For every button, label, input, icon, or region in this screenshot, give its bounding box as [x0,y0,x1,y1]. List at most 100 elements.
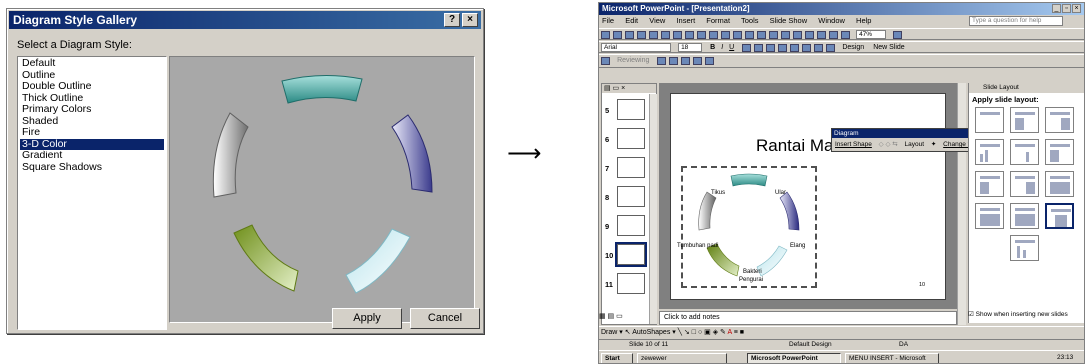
restore-button[interactable]: ▫ [1062,4,1071,13]
print-icon[interactable] [649,31,658,39]
menu-slide-show[interactable]: Slide Show [770,16,808,25]
layout-option[interactable] [1045,139,1074,165]
bullets-icon[interactable] [790,44,800,52]
layout-option[interactable] [975,139,1004,165]
slide-thumbnail[interactable] [617,215,645,236]
style-option-shaded[interactable]: Shaded [20,115,164,128]
underline-button[interactable]: U [726,42,737,54]
design-button[interactable]: Design [839,42,867,54]
redo-icon[interactable] [745,31,754,39]
style-option-square-shadows[interactable]: Square Shadows [20,161,164,174]
cancel-button[interactable]: Cancel [410,308,480,329]
close-window-button[interactable]: × [1072,4,1081,13]
copy-icon[interactable] [697,31,706,39]
style-option-gradient[interactable]: Gradient [20,149,164,162]
show-when-inserting-checkbox[interactable]: ☑ Show when inserting new slides [968,310,1084,318]
menu-insert[interactable]: Insert [676,16,695,25]
delete-comment-icon[interactable] [693,57,703,65]
insert-shape-button[interactable]: Insert Shape [835,141,872,148]
slide-scrollbar[interactable] [957,83,966,325]
node-label-elang[interactable]: Elang [790,243,805,249]
menu-format[interactable]: Format [706,16,730,25]
menu-view[interactable]: View [649,16,665,25]
diagram-frame[interactable]: Tikus Ular Tumbuhan padi Elang Bakteri P… [677,166,817,288]
show-formatting-icon[interactable] [817,31,826,39]
menu-file[interactable]: File [602,16,614,25]
node-label-tumbuhan-padi[interactable]: Tumbuhan padi [677,243,718,249]
fill-color-icon[interactable]: ◈ [713,329,718,336]
color-grayscale-icon[interactable] [841,31,850,39]
taskbar-item[interactable]: zewewer [637,353,727,363]
menu-edit[interactable]: Edit [625,16,638,25]
email-icon[interactable] [637,31,646,39]
layout-option[interactable] [975,203,1004,229]
reviewing-button[interactable]: Reviewing [614,55,652,67]
open-icon[interactable] [613,31,622,39]
font-size-select[interactable]: 18 [678,43,703,52]
layout-option[interactable] [1010,235,1039,261]
align-right-icon[interactable] [766,44,776,52]
menu-window[interactable]: Window [818,16,845,25]
style-option-fire[interactable]: Fire [20,126,164,139]
tables-borders-icon[interactable] [781,31,790,39]
reviewing-icon[interactable] [601,57,610,65]
layout-option-selected[interactable] [1045,203,1074,229]
draw-menu[interactable]: Draw [601,329,617,336]
slide-thumbnail[interactable] [617,157,645,178]
zoom-select[interactable]: 47% [856,30,887,39]
spelling-icon[interactable] [673,31,682,39]
paste-icon[interactable] [709,31,718,39]
hyperlink-icon[interactable] [793,31,802,39]
chart-icon[interactable] [757,31,766,39]
menu-help[interactable]: Help [856,16,871,25]
new-slide-button[interactable]: New Slide [870,42,908,54]
line-color-icon[interactable]: ✎ [720,329,726,336]
task-pane-header[interactable]: Slide Layout [969,83,1084,93]
slide-thumbnail-selected[interactable] [615,242,647,267]
expand-icon[interactable] [805,31,814,39]
autoshapes-menu[interactable]: AutoShapes [632,329,670,336]
layout-option[interactable] [1045,171,1074,197]
grid-icon[interactable] [829,31,838,39]
bold-button[interactable]: B [707,42,718,54]
textbox-icon[interactable]: ▣ [704,329,711,336]
menu-tools[interactable]: Tools [741,16,759,25]
slide-thumbnail[interactable] [617,273,645,294]
numbering-icon[interactable] [778,44,788,52]
notes-pane[interactable]: Click to add notes [659,311,957,325]
apply-button[interactable]: Apply [332,308,402,329]
taskbar-item-active[interactable]: Microsoft PowerPoint [747,353,841,363]
help-button[interactable]: ? [444,13,460,27]
minimize-button[interactable]: _ [1052,4,1061,13]
insert-comment-icon[interactable] [681,57,691,65]
align-left-icon[interactable] [742,44,752,52]
decrease-font-icon[interactable] [814,44,824,52]
style-option-primary-colors[interactable]: Primary Colors [20,103,164,116]
format-painter-icon[interactable] [721,31,730,39]
taskbar-item[interactable]: MENU INSERT - Microsoft [845,353,939,363]
node-label-pengurai[interactable]: Pengurai [739,277,763,283]
style-option-default[interactable]: Default [20,57,164,70]
save-icon[interactable] [625,31,634,39]
layout-option[interactable] [1010,139,1039,165]
font-name-select[interactable]: Arial [601,43,671,52]
help-icon[interactable] [893,31,903,39]
style-option-double-outline[interactable]: Double Outline [20,80,164,93]
slide-thumbnail[interactable] [617,128,645,149]
shadow-icon[interactable]: ■ [740,329,744,336]
rectangle-icon[interactable]: □ [692,329,696,336]
layout-option[interactable] [1010,171,1039,197]
layout-option[interactable] [1010,107,1039,133]
line-style-icon[interactable]: ≡ [734,329,738,336]
close-button[interactable]: × [462,13,478,27]
layout-button[interactable]: Layout [905,141,925,148]
new-icon[interactable] [601,31,610,39]
table-icon[interactable] [769,31,778,39]
slide-thumbnail[interactable] [617,186,645,207]
reviewing-pane-icon[interactable] [705,57,715,65]
outline-slides-tabs[interactable]: ▤ ▭ × [602,84,656,93]
style-list[interactable]: Default Outline Double Outline Thick Out… [17,56,167,330]
previous-icon[interactable] [657,57,667,65]
view-buttons[interactable]: ▦ ▤ ▭ [599,312,623,320]
slides-pane-scrollbar[interactable] [649,94,657,324]
